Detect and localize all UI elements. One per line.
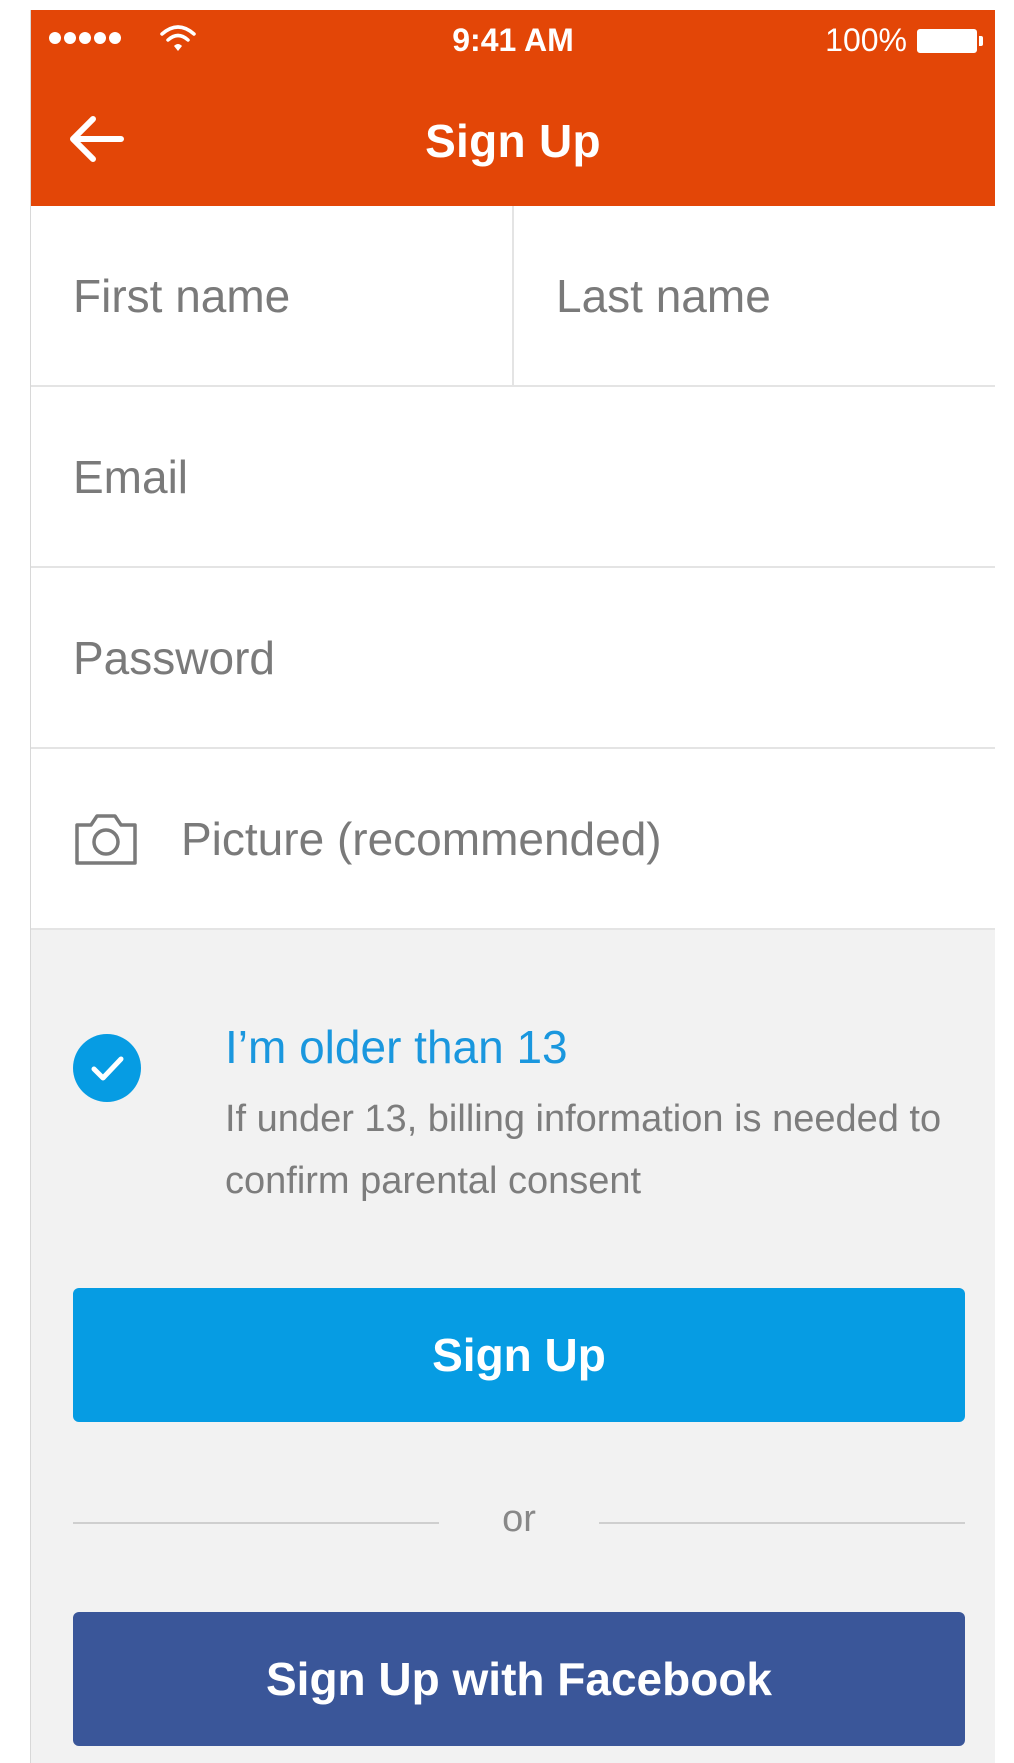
age-note: If under 13, billing information is need… (225, 1098, 942, 1202)
status-bar: 9:41 AM 100% (31, 10, 995, 70)
header: 9:41 AM 100% Sign Up (31, 10, 995, 206)
or-label: or (502, 1498, 536, 1540)
or-divider: or (73, 1498, 965, 1548)
sign-up-button[interactable]: Sign Up (73, 1288, 965, 1422)
picture-input[interactable] (181, 749, 975, 928)
page-title: Sign Up (425, 115, 601, 167)
facebook-sign-up-button[interactable]: Sign Up with Facebook (73, 1612, 965, 1746)
battery-percent: 100% (825, 22, 907, 58)
password-row (31, 568, 995, 749)
signup-form (31, 206, 995, 930)
first-name-input[interactable] (73, 206, 492, 385)
last-name-cell (512, 206, 995, 385)
email-input[interactable] (73, 387, 975, 566)
battery-indicator: 100% (825, 22, 983, 59)
picture-row[interactable] (31, 749, 995, 930)
divider-line-right (599, 1522, 965, 1524)
nav-bar: Sign Up (31, 70, 995, 206)
first-name-cell (31, 206, 512, 385)
battery-icon (917, 28, 983, 53)
password-input[interactable] (73, 568, 975, 747)
last-name-input[interactable] (556, 206, 975, 385)
phone-screen: 9:41 AM 100% Sign Up First name Last nam… (30, 10, 995, 1763)
email-row (31, 387, 995, 568)
name-row (31, 206, 995, 387)
checkmark-icon (91, 1056, 124, 1081)
age-checkbox[interactable] (73, 1034, 141, 1102)
camera-icon (75, 814, 137, 865)
age-checkbox-label[interactable]: I’m older than 13 (225, 1020, 568, 1074)
